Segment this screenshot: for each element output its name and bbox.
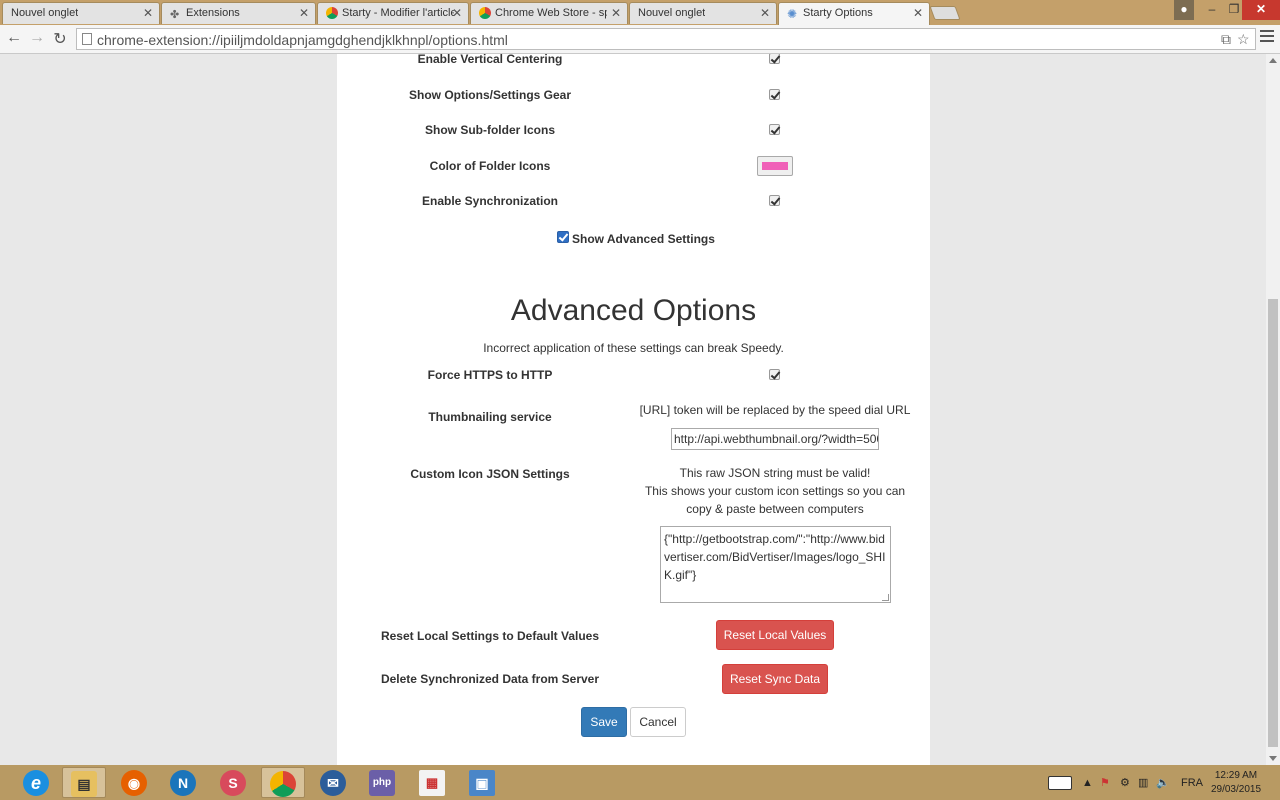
keyboard-icon[interactable] [1048, 776, 1072, 790]
subfolder-icons-label: Show Sub-folder Icons [424, 123, 555, 137]
scroll-up-icon[interactable] [1269, 58, 1277, 63]
app-grid-icon[interactable]: ▦ [411, 767, 455, 798]
tab-title: Chrome Web Store - spe [495, 7, 607, 19]
action-center-icon[interactable]: ⚑ [1100, 776, 1110, 789]
user-icon[interactable]: ● [1174, 0, 1194, 20]
puzzle-icon: ✤ [170, 9, 180, 21]
close-icon[interactable]: ✕ [299, 6, 309, 20]
language-indicator[interactable]: FRA [1181, 777, 1203, 789]
tab-starty-modifier[interactable]: Starty - Modifier l'article ✕ [317, 2, 469, 24]
force-https-checkbox[interactable] [769, 369, 780, 380]
chrome-icon[interactable] [261, 767, 305, 798]
network-status-icon[interactable]: ⚙ [1120, 776, 1130, 789]
reload-icon[interactable]: ↻ [50, 29, 70, 49]
system-clock[interactable]: 12:29 AM 29/03/2015 [1206, 769, 1266, 797]
custom-icon-json-label: Custom Icon JSON Settings [410, 467, 570, 481]
vertical-scrollbar[interactable] [1266, 54, 1280, 765]
volume-icon[interactable]: 🔈 [1156, 776, 1170, 789]
internet-explorer-icon[interactable]: e [15, 767, 59, 798]
tab-extensions[interactable]: ✤ Extensions ✕ [161, 2, 316, 24]
minimize-icon[interactable]: – [1198, 0, 1226, 20]
url-text: chrome-extension://ipiiljmdoldapnjamgdgh… [97, 32, 508, 48]
new-tab-button[interactable] [929, 6, 961, 20]
tab-nouvel-onglet-2[interactable]: Nouvel onglet ✕ [629, 2, 777, 24]
resize-grip[interactable] [882, 594, 889, 601]
tab-title: Extensions [186, 7, 240, 19]
reset-local-button[interactable]: Reset Local Values [716, 620, 834, 650]
star-icon[interactable]: ☆ [1237, 31, 1250, 48]
smartsynth-icon[interactable]: S [212, 767, 256, 798]
force-https-label: Force HTTPS to HTTP [427, 368, 553, 382]
thumbnail-service-input[interactable]: http://api.webthumbnail.org/?width=500& [671, 428, 879, 450]
tab-title: Nouvel onglet [11, 7, 79, 19]
synchronization-label: Enable Synchronization [421, 194, 559, 208]
reset-sync-button[interactable]: Reset Sync Data [722, 664, 828, 694]
reset-local-label: Reset Local Settings to Default Values [380, 629, 600, 643]
close-icon[interactable]: ✕ [760, 6, 770, 20]
tab-starty-options[interactable]: ✺ Starty Options ✕ [778, 2, 930, 25]
scroll-down-icon[interactable] [1269, 756, 1277, 761]
json-note-2: This shows your custom icon settings so … [644, 484, 906, 498]
maximize-icon[interactable]: ❐ [1226, 0, 1242, 20]
close-icon[interactable]: ✕ [143, 6, 153, 20]
advanced-warning: Incorrect application of these settings … [483, 341, 784, 355]
tab-title: Starty - Modifier l'article [342, 7, 454, 19]
delete-sync-label: Delete Synchronized Data from Server [380, 672, 600, 686]
netbeans-icon[interactable]: N [162, 767, 206, 798]
save-button[interactable]: Save [581, 707, 627, 737]
page-viewport: Enable Vertical Centering Show Options/S… [0, 54, 1266, 765]
image-viewer-icon[interactable]: ▣ [461, 767, 505, 798]
translate-icon[interactable]: ⧉ [1221, 31, 1231, 48]
file-explorer-icon[interactable]: ▤ [62, 767, 106, 798]
tab-title: Starty Options [803, 7, 873, 19]
scroll-thumb[interactable] [1268, 299, 1278, 747]
close-icon[interactable]: ✕ [611, 6, 621, 20]
show-gear-label: Show Options/Settings Gear [408, 88, 572, 102]
tab-chrome-web-store[interactable]: Chrome Web Store - spe ✕ [470, 2, 628, 24]
tab-strip: Nouvel onglet ✕ ✤ Extensions ✕ Starty - M… [0, 0, 1280, 25]
advanced-options-heading: Advanced Options [510, 294, 757, 327]
vertical-centering-label: Enable Vertical Centering [417, 54, 563, 66]
tab-title: Nouvel onglet [638, 7, 706, 19]
back-icon[interactable]: ← [4, 29, 24, 47]
close-window-icon[interactable]: ✕ [1242, 0, 1280, 20]
clock-date: 29/03/2015 [1210, 784, 1262, 795]
address-bar[interactable]: chrome-extension://ipiiljmdoldapnjamgdgh… [76, 28, 1256, 50]
show-advanced-label: Show Advanced Settings [572, 232, 715, 246]
windows-taskbar: e ▤ ◉ N S ✉ php ▦ ▣ ▲ ⚑ ⚙ ▥ 🔈 FRA 12:29 … [0, 765, 1280, 800]
cancel-button[interactable]: Cancel [630, 707, 686, 737]
folder-color-label: Color of Folder Icons [429, 159, 551, 173]
gear-icon: ✺ [787, 7, 798, 21]
json-text: {"http://getbootstrap.com/":"http://www.… [664, 532, 886, 582]
thunderbird-icon[interactable]: ✉ [312, 767, 356, 798]
json-note-1: This raw JSON string must be valid! [679, 466, 871, 480]
synchronization-checkbox[interactable] [769, 195, 780, 206]
clock-time: 12:29 AM [1214, 770, 1258, 781]
custom-icon-json-textarea[interactable]: {"http://getbootstrap.com/":"http://www.… [660, 526, 891, 603]
chrome-icon [479, 7, 491, 19]
chrome-icon [326, 7, 338, 19]
firefox-icon[interactable]: ◉ [113, 767, 157, 798]
tray-arrow-icon[interactable]: ▲ [1082, 777, 1093, 789]
php-designer-icon[interactable]: php [361, 767, 405, 798]
show-gear-checkbox[interactable] [769, 89, 780, 100]
vertical-centering-checkbox[interactable] [769, 54, 780, 64]
forward-icon[interactable]: → [27, 29, 47, 47]
thumbnail-service-note: [URL] token will be replaced by the spee… [639, 403, 911, 417]
network-icon[interactable]: ▥ [1138, 776, 1148, 789]
close-icon[interactable]: ✕ [913, 6, 923, 20]
folder-color-picker[interactable] [757, 156, 793, 176]
tab-nouvel-onglet-1[interactable]: Nouvel onglet ✕ [2, 2, 160, 24]
thumbnail-service-label: Thumbnailing service [428, 410, 552, 424]
json-note-3: copy & paste between computers [686, 502, 864, 516]
close-icon[interactable]: ✕ [452, 6, 462, 20]
show-advanced-checkbox[interactable] [557, 231, 569, 243]
menu-icon[interactable] [1260, 30, 1274, 45]
page-icon [82, 33, 92, 45]
subfolder-icons-checkbox[interactable] [769, 124, 780, 135]
browser-toolbar: ← → ↻ chrome-extension://ipiiljmdoldapnj… [0, 25, 1280, 54]
color-swatch [762, 162, 788, 170]
